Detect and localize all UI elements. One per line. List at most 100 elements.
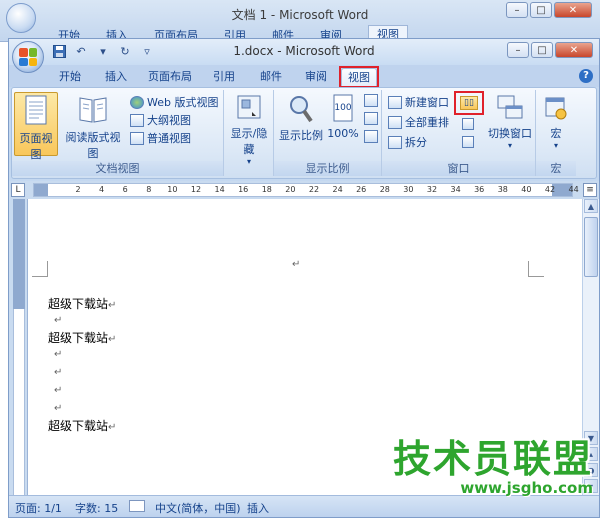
show-hide-button[interactable]: 显示/隐藏 ▾ bbox=[226, 92, 272, 166]
office-button-icon[interactable] bbox=[6, 3, 36, 33]
background-window: 文档 1 - Microsoft Word 开始 插入 页面布局 引用 邮件 审… bbox=[0, 0, 600, 43]
bg-minimize-button[interactable]: – bbox=[506, 2, 528, 18]
group-window: 新建窗口 全部重排 拆分 ▯▯ 切换窗口 ▾ 窗口 bbox=[382, 90, 536, 176]
switch-windows-icon bbox=[496, 94, 524, 122]
reset-position-button[interactable] bbox=[462, 136, 474, 148]
view-ruler-button[interactable]: ≡ bbox=[583, 183, 597, 197]
tab-review[interactable]: 审阅 bbox=[301, 68, 331, 87]
ruler-number: 26 bbox=[356, 185, 367, 194]
ruler-number: 24 bbox=[332, 185, 343, 194]
split-button[interactable]: 拆分 bbox=[388, 134, 427, 150]
arrange-all-button[interactable]: 全部重排 bbox=[388, 114, 449, 130]
group-document-views: 页面视图 阅读版式视图 Web 版式视图 大纲视图 普通视图 文档视图 bbox=[12, 90, 224, 176]
split-icon bbox=[388, 135, 402, 149]
ruler-number: 44 bbox=[568, 185, 579, 194]
margin-corner-top-left bbox=[32, 261, 48, 277]
ruler-number: 38 bbox=[497, 185, 508, 194]
tab-home[interactable]: 开始 bbox=[55, 68, 85, 87]
vertical-ruler[interactable] bbox=[9, 199, 27, 495]
two-pages-icon bbox=[364, 112, 378, 125]
split-label: 拆分 bbox=[405, 136, 427, 149]
tab-mailings[interactable]: 邮件 bbox=[256, 68, 286, 87]
paragraph-1[interactable]: 超级下载站↵ bbox=[48, 295, 116, 312]
ruler-number: 40 bbox=[521, 185, 532, 194]
margin-corner-top-right bbox=[528, 261, 544, 277]
tab-references[interactable]: 引用 bbox=[209, 68, 239, 87]
ruler-number: 6 bbox=[122, 185, 128, 194]
ruler-number: 42 bbox=[544, 185, 556, 194]
scroll-up-arrow-icon[interactable]: ▲ bbox=[584, 199, 598, 213]
page-view-button[interactable]: 页面视图 bbox=[14, 92, 58, 161]
maximize-button[interactable]: □ bbox=[531, 42, 553, 58]
ruler-number: 30 bbox=[403, 185, 414, 194]
outline-view-button[interactable]: 大纲视图 bbox=[130, 112, 191, 128]
page-width-button[interactable] bbox=[364, 130, 378, 143]
horizontal-ruler[interactable]: 2 4 6 8 10 12 14 16 18 20 22 24 26 28 30 32 34 36 38 40 42 44 bbox=[33, 183, 579, 197]
zoom-100-button[interactable]: 100 100% bbox=[326, 92, 360, 156]
paragraph-3[interactable]: 超级下载站↵ bbox=[48, 329, 116, 346]
ruler-number: 34 bbox=[450, 185, 461, 194]
web-view-icon bbox=[130, 95, 144, 109]
title-bar: ↶ ▾ ↻ ▿ 1.docx - Microsoft Word – □ ✕ bbox=[9, 39, 599, 65]
ruler-number: 14 bbox=[214, 185, 225, 194]
ruler-number: 10 bbox=[167, 185, 178, 194]
page-view-icon bbox=[23, 95, 49, 127]
tab-insert[interactable]: 插入 bbox=[101, 68, 131, 87]
paragraph-1-text: 超级下载站 bbox=[48, 297, 109, 311]
zoom-button[interactable]: 显示比例 bbox=[278, 92, 324, 156]
tab-page-layout[interactable]: 页面布局 bbox=[145, 68, 195, 87]
zoom-magnifier-icon bbox=[289, 94, 313, 124]
minimize-button[interactable]: – bbox=[507, 42, 529, 58]
bg-maximize-button[interactable]: □ bbox=[530, 2, 552, 18]
show-hide-label: 显示/隐藏 bbox=[230, 127, 268, 156]
proofing-icon[interactable] bbox=[129, 500, 145, 512]
ruler-number: 36 bbox=[474, 185, 485, 194]
status-language[interactable]: 中文(简体，中国) bbox=[155, 500, 241, 516]
tab-view[interactable]: 视图 bbox=[339, 66, 379, 88]
show-hide-icon bbox=[236, 94, 262, 122]
header-paragraph-mark: ↵ bbox=[292, 259, 301, 270]
sync-scroll-button[interactable] bbox=[462, 118, 474, 130]
group-label-document-views: 文档视图 bbox=[12, 161, 223, 176]
office-button[interactable] bbox=[12, 41, 44, 73]
draft-view-button[interactable]: 普通视图 bbox=[130, 130, 191, 146]
help-icon[interactable]: ? bbox=[579, 69, 593, 83]
ruler-left-margin bbox=[34, 184, 48, 196]
group-label-zoom: 显示比例 bbox=[274, 161, 381, 176]
close-button[interactable]: ✕ bbox=[555, 42, 593, 58]
macros-button[interactable]: 宏 ▾ bbox=[538, 92, 574, 156]
switch-windows-label: 切换窗口 bbox=[488, 127, 532, 140]
paragraph-8[interactable]: 超级下载站↵ bbox=[48, 417, 116, 434]
web-view-button[interactable]: Web 版式视图 bbox=[130, 94, 218, 110]
ruler-number: 28 bbox=[379, 185, 390, 194]
draft-view-icon bbox=[130, 131, 144, 145]
group-label-window: 窗口 bbox=[382, 161, 535, 176]
two-pages-button[interactable] bbox=[364, 112, 378, 125]
tab-selector-button[interactable]: L bbox=[11, 183, 25, 197]
reading-view-button[interactable]: 阅读版式视图 bbox=[62, 92, 124, 160]
one-page-button[interactable] bbox=[364, 94, 378, 107]
reading-view-label: 阅读版式视图 bbox=[65, 131, 121, 160]
new-window-button[interactable]: 新建窗口 bbox=[388, 94, 449, 110]
ruler-number: 4 bbox=[99, 185, 105, 194]
status-bar: 页面: 1/1 字数: 15 中文(简体，中国) 插入 bbox=[9, 495, 599, 517]
scroll-thumb[interactable] bbox=[584, 217, 598, 277]
zoom-100-label: 100% bbox=[327, 127, 359, 140]
group-zoom: 显示比例 100 100% 显示比例 bbox=[274, 90, 382, 176]
ruler-number: 18 bbox=[261, 185, 272, 194]
status-page[interactable]: 页面: 1/1 bbox=[15, 500, 62, 516]
status-word-count[interactable]: 字数: 15 bbox=[75, 500, 118, 516]
ribbon-tabs: 开始 插入 页面布局 引用 邮件 审阅 视图 ? bbox=[9, 65, 599, 88]
group-show-hide: 显示/隐藏 ▾ bbox=[224, 90, 274, 176]
zoom-100-icon: 100 bbox=[332, 94, 354, 124]
switch-windows-button[interactable]: 切换窗口 ▾ bbox=[486, 92, 534, 156]
sync-scroll-icon bbox=[462, 118, 474, 130]
new-window-label: 新建窗口 bbox=[405, 96, 449, 109]
bg-close-button[interactable]: ✕ bbox=[554, 2, 592, 18]
paragraph-8-text: 超级下载站 bbox=[48, 419, 109, 433]
paragraph-7-mark: ↵ bbox=[54, 403, 63, 414]
status-insert-mode[interactable]: 插入 bbox=[247, 500, 269, 516]
watermark-name: 技术员联盟 bbox=[392, 437, 593, 481]
paragraph-2-mark: ↵ bbox=[54, 315, 63, 326]
zoom-label: 显示比例 bbox=[279, 129, 323, 142]
